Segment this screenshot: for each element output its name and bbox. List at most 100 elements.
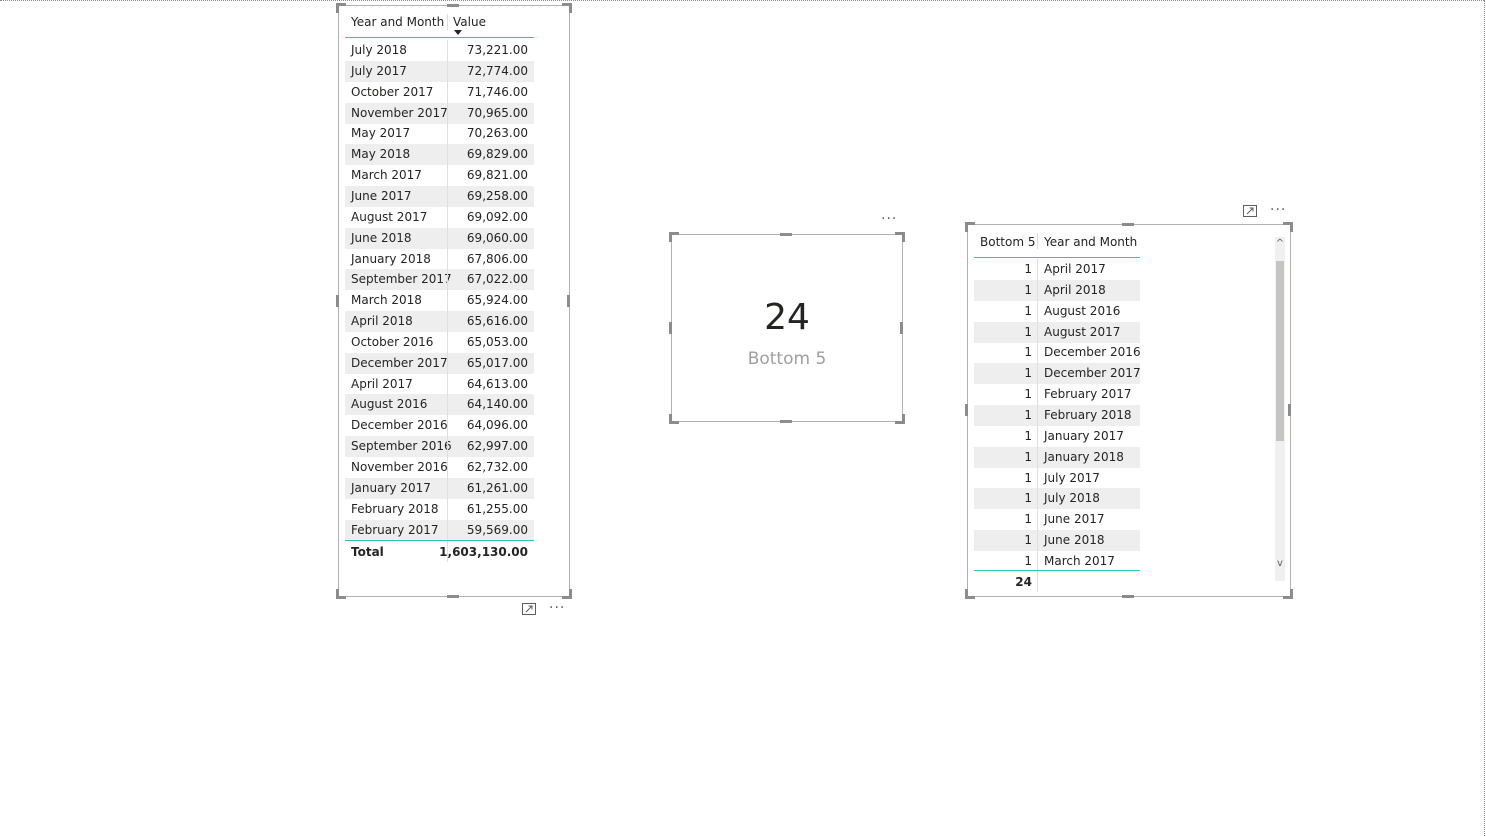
- resize-handle-top-left[interactable]: [669, 232, 679, 242]
- table-row[interactable]: January 2018 67,806.00: [345, 248, 534, 270]
- column-divider: [447, 311, 448, 333]
- table-row[interactable]: 1 March 2017: [974, 551, 1140, 573]
- table-row[interactable]: March 2018 65,924.00: [345, 290, 534, 312]
- year-month-cell: April 2017: [351, 376, 413, 391]
- table-row[interactable]: September 2016 62,997.00: [345, 436, 534, 458]
- bottom5-cell: 1: [1024, 282, 1032, 297]
- table-row[interactable]: July 2018 73,221.00: [345, 40, 534, 61]
- table-row[interactable]: February 2017 59,569.00: [345, 519, 534, 541]
- resize-handle-top-right[interactable]: [1283, 222, 1293, 232]
- table-row[interactable]: 1 December 2016: [974, 342, 1141, 364]
- total-value: 1,603,130.00: [439, 545, 528, 559]
- focus-mode-icon[interactable]: [522, 603, 536, 615]
- resize-handle-top[interactable]: [447, 4, 459, 7]
- bottom5-cell: 1: [1024, 533, 1032, 548]
- value-cell: 70,965.00: [466, 105, 528, 120]
- column-divider: [1037, 384, 1038, 406]
- table-row[interactable]: 1 August 2017: [974, 321, 1140, 343]
- table-row[interactable]: October 2016 65,053.00: [345, 331, 534, 353]
- table-row[interactable]: 1 July 2018: [974, 488, 1140, 510]
- resize-handle-top-right[interactable]: [562, 3, 572, 13]
- column-divider: [447, 477, 448, 499]
- vertical-scrollbar[interactable]: ^ v: [1275, 237, 1285, 581]
- bottom5-cell: 1: [1024, 366, 1032, 381]
- resize-handle-bottom[interactable]: [1122, 595, 1134, 598]
- resize-handle-bottom-left[interactable]: [965, 589, 975, 599]
- scroll-down-arrow[interactable]: v: [1275, 559, 1285, 569]
- table-row[interactable]: 1 January 2018: [974, 446, 1140, 468]
- bottom5-table-visual[interactable]: Bottom 5 Year and Month 1 April 2017 1 Apri…: [967, 224, 1291, 597]
- table-row[interactable]: May 2017 70,263.00: [345, 123, 534, 145]
- column-divider: [447, 165, 448, 187]
- resize-handle-top-left[interactable]: [336, 3, 346, 13]
- resize-handle-bottom[interactable]: [447, 595, 459, 598]
- table-row[interactable]: 1 December 2017: [974, 363, 1141, 385]
- resize-handle-top-right[interactable]: [895, 232, 905, 242]
- header-year-and-month[interactable]: Year and Month: [1044, 235, 1137, 249]
- resize-handle-right[interactable]: [567, 295, 570, 307]
- table-row[interactable]: June 2018 69,060.00: [345, 227, 534, 249]
- table-row[interactable]: June 2017 69,258.00: [345, 185, 534, 207]
- header-bottom-5[interactable]: Bottom 5: [980, 235, 1035, 249]
- table-row[interactable]: November 2017 70,965.00: [345, 102, 534, 124]
- card-visual[interactable]: 24 Bottom 5: [671, 234, 903, 422]
- scroll-up-arrow[interactable]: ^: [1275, 239, 1285, 249]
- more-options-icon[interactable]: ···: [1270, 203, 1286, 217]
- resize-handle-right[interactable]: [1288, 404, 1291, 416]
- canvas-border-top: [0, 0, 1484, 1]
- resize-handle-top[interactable]: [1122, 223, 1134, 226]
- year-month-cell: August 2016: [351, 397, 428, 412]
- column-divider: [1037, 279, 1038, 301]
- table-row[interactable]: 1 June 2018: [974, 530, 1140, 552]
- header-value[interactable]: Value: [453, 15, 486, 29]
- table-row[interactable]: March 2017 69,821.00: [345, 165, 534, 187]
- resize-handle-right[interactable]: [900, 322, 903, 334]
- year-month-cell: February 2018: [1044, 408, 1132, 423]
- resize-handle-bottom-right[interactable]: [1283, 589, 1293, 599]
- resize-handle-top-left[interactable]: [965, 222, 975, 232]
- table-row[interactable]: 1 July 2017: [974, 467, 1140, 489]
- table-row[interactable]: 1 April 2018: [974, 279, 1140, 301]
- table-row[interactable]: August 2017 69,092.00: [345, 206, 534, 228]
- year-month-cell: August 2016: [1044, 303, 1121, 318]
- value-table-visual[interactable]: Year and Month Value July 2018 73,221.00 J…: [338, 5, 570, 597]
- resize-handle-bottom-left[interactable]: [669, 414, 679, 424]
- focus-mode-icon[interactable]: [1243, 205, 1257, 217]
- resize-handle-left[interactable]: [965, 404, 968, 416]
- table-row[interactable]: April 2018 65,616.00: [345, 311, 534, 333]
- resize-handle-bottom[interactable]: [780, 420, 792, 423]
- resize-handle-bottom-right[interactable]: [895, 414, 905, 424]
- table-row[interactable]: February 2018 61,255.00: [345, 498, 534, 520]
- resize-handle-bottom-right[interactable]: [562, 589, 572, 599]
- table-row[interactable]: October 2017 71,746.00: [345, 81, 534, 103]
- table-row[interactable]: 1 February 2017: [974, 384, 1140, 406]
- table-row[interactable]: May 2018 69,829.00: [345, 144, 534, 166]
- year-month-cell: April 2018: [351, 314, 413, 329]
- table-row[interactable]: September 2017 67,022.00: [345, 269, 534, 291]
- table-row[interactable]: December 2016 64,096.00: [345, 415, 534, 437]
- header-year-and-month[interactable]: Year and Month: [351, 15, 444, 29]
- resize-handle-left[interactable]: [669, 322, 672, 334]
- bottom5-cell: 1: [1024, 408, 1032, 423]
- value-cell: 64,140.00: [466, 397, 528, 412]
- resize-handle-top[interactable]: [780, 233, 792, 236]
- table-row[interactable]: November 2016 62,732.00: [345, 457, 534, 478]
- table-row[interactable]: 1 January 2017: [974, 425, 1140, 447]
- value-cell: 65,053.00: [466, 334, 528, 349]
- table-row[interactable]: April 2017 64,613.00: [345, 373, 534, 395]
- table-row[interactable]: August 2016 64,140.00: [345, 394, 534, 416]
- more-options-icon[interactable]: ···: [881, 212, 897, 226]
- year-month-cell: June 2018: [351, 230, 412, 245]
- table-row[interactable]: July 2017 72,774.00: [345, 60, 534, 82]
- table-row[interactable]: 1 February 2018: [974, 405, 1140, 427]
- table-row[interactable]: December 2017 65,017.00: [345, 352, 534, 374]
- resize-handle-bottom-left[interactable]: [336, 589, 346, 599]
- table-row[interactable]: January 2017 61,261.00: [345, 477, 534, 499]
- scrollbar-thumb[interactable]: [1276, 261, 1284, 441]
- value-cell: 69,821.00: [466, 168, 528, 183]
- table-row[interactable]: 1 August 2016: [974, 300, 1140, 322]
- table-row[interactable]: 1 June 2017: [974, 509, 1140, 531]
- more-options-icon[interactable]: ···: [549, 601, 565, 615]
- resize-handle-left[interactable]: [336, 295, 339, 307]
- table-row[interactable]: 1 April 2017: [974, 259, 1140, 280]
